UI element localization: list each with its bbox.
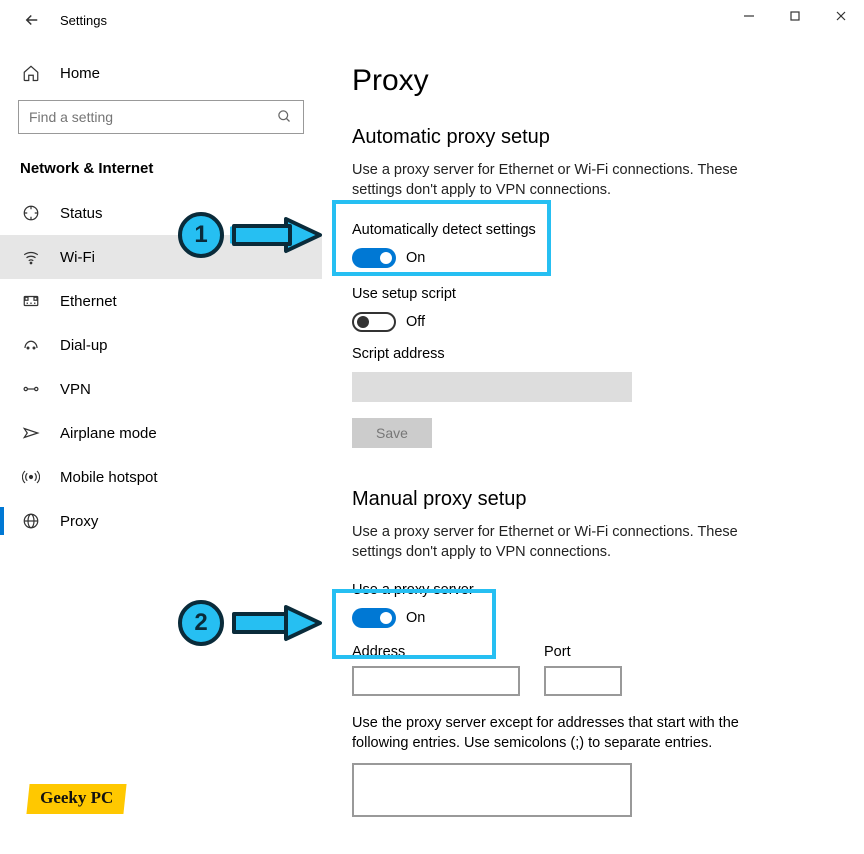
auto-detect-toggle[interactable] — [352, 248, 396, 268]
close-button[interactable] — [818, 0, 864, 32]
sidebar-item-label: Ethernet — [60, 293, 117, 310]
back-button[interactable] — [20, 8, 44, 32]
sidebar-item-label: VPN — [60, 381, 91, 398]
auto-detect-label: Automatically detect settings — [352, 222, 834, 238]
sidebar-item-airplane[interactable]: Airplane mode — [0, 411, 322, 455]
home-icon — [20, 64, 42, 82]
sidebar-home[interactable]: Home — [0, 52, 322, 94]
script-address-input[interactable] — [352, 372, 632, 402]
maximize-button[interactable] — [772, 0, 818, 32]
proxy-icon — [20, 512, 42, 530]
search-box[interactable] — [18, 100, 304, 134]
ethernet-icon — [20, 292, 42, 310]
sidebar-item-hotspot[interactable]: Mobile hotspot — [0, 455, 322, 499]
sidebar-item-label: Dial-up — [60, 337, 108, 354]
sidebar-item-dialup[interactable]: Dial-up — [0, 323, 322, 367]
use-proxy-state: On — [406, 610, 425, 626]
wifi-icon — [20, 248, 42, 266]
setup-script-label: Use setup script — [352, 286, 834, 302]
sidebar-item-wifi[interactable]: Wi-Fi — [0, 235, 322, 279]
hotspot-icon — [20, 468, 42, 486]
exceptions-input[interactable] — [352, 763, 632, 817]
sidebar-item-proxy[interactable]: Proxy — [0, 499, 322, 543]
page-title: Proxy — [352, 64, 834, 98]
sidebar-item-label: Wi-Fi — [60, 249, 95, 266]
sidebar-section-title: Network & Internet — [0, 152, 322, 191]
sidebar-item-label: Proxy — [60, 513, 98, 530]
search-input[interactable] — [29, 109, 277, 125]
sidebar-home-label: Home — [60, 65, 100, 82]
watermark: Geeky PC — [28, 784, 125, 814]
main-content: Proxy Automatic proxy setup Use a proxy … — [322, 40, 864, 854]
sidebar: Home Network & Internet Status Wi-Fi Eth… — [0, 40, 322, 854]
address-label: Address — [352, 644, 520, 660]
auto-detect-state: On — [406, 250, 425, 266]
window-controls — [726, 0, 864, 32]
dialup-icon — [20, 336, 42, 354]
sidebar-item-label: Airplane mode — [60, 425, 157, 442]
port-label: Port — [544, 644, 622, 660]
auto-proxy-desc: Use a proxy server for Ethernet or Wi-Fi… — [352, 161, 782, 200]
auto-proxy-heading: Automatic proxy setup — [352, 126, 834, 149]
vpn-icon — [20, 380, 42, 398]
save-button[interactable]: Save — [352, 418, 432, 448]
setup-script-state: Off — [406, 314, 425, 330]
sidebar-item-label: Status — [60, 205, 103, 222]
search-icon — [277, 109, 293, 125]
window-title: Settings — [60, 13, 107, 28]
sidebar-item-vpn[interactable]: VPN — [0, 367, 322, 411]
use-proxy-toggle[interactable] — [352, 608, 396, 628]
status-icon — [20, 204, 42, 222]
manual-proxy-desc: Use a proxy server for Ethernet or Wi-Fi… — [352, 523, 782, 562]
sidebar-item-label: Mobile hotspot — [60, 469, 158, 486]
exceptions-label: Use the proxy server except for addresse… — [352, 714, 792, 753]
sidebar-item-ethernet[interactable]: Ethernet — [0, 279, 322, 323]
use-proxy-label: Use a proxy server — [352, 582, 834, 598]
script-address-label: Script address — [352, 346, 834, 362]
setup-script-toggle[interactable] — [352, 312, 396, 332]
airplane-icon — [20, 424, 42, 442]
titlebar: Settings — [0, 0, 864, 40]
port-input[interactable] — [544, 666, 622, 696]
sidebar-item-status[interactable]: Status — [0, 191, 322, 235]
minimize-button[interactable] — [726, 0, 772, 32]
manual-proxy-heading: Manual proxy setup — [352, 488, 834, 511]
address-input[interactable] — [352, 666, 520, 696]
